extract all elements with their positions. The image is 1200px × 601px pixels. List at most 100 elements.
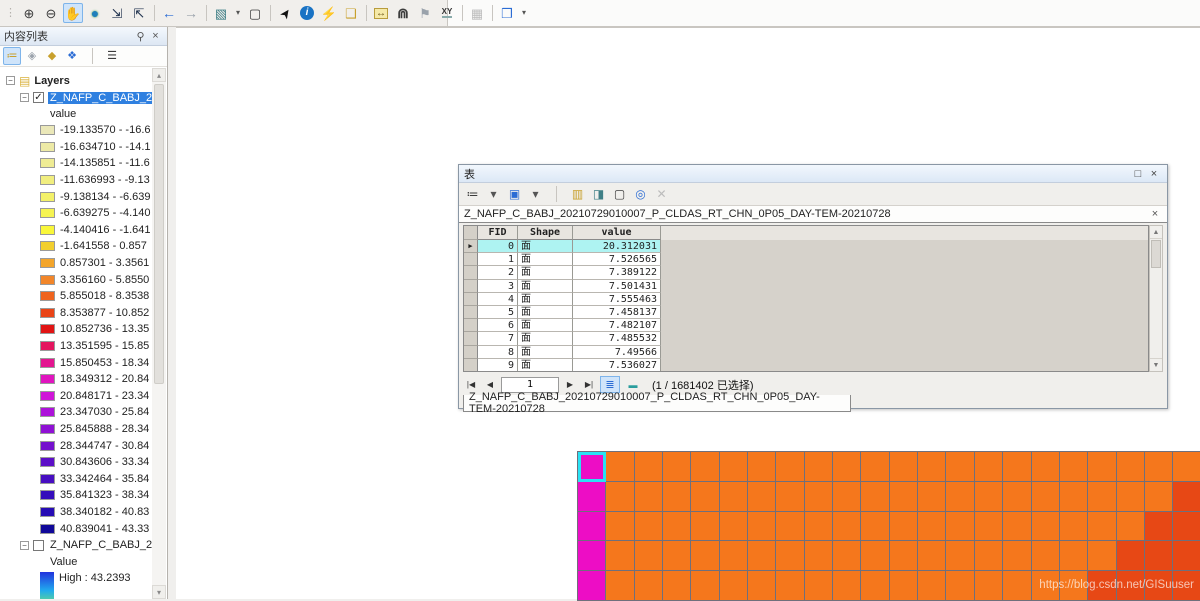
scroll-thumb[interactable]	[1151, 240, 1161, 268]
cell-fid[interactable]: 5	[478, 305, 518, 320]
grid-cell[interactable]	[748, 452, 777, 482]
grid-cell[interactable]	[1003, 541, 1032, 572]
cell-value[interactable]: 7.501431	[573, 279, 661, 293]
toc-scrollbar[interactable]: ▴ ▾	[152, 68, 166, 599]
row-selector[interactable]	[464, 279, 478, 293]
grid-cell[interactable]	[719, 571, 749, 601]
grid-cell[interactable]	[634, 481, 664, 512]
table-row[interactable]: ▶ 0 面 20.312031	[464, 240, 1148, 254]
cell-fid[interactable]: 2	[478, 266, 518, 280]
layer1-name[interactable]: Z_NAFP_C_BABJ_202	[48, 91, 152, 104]
fixed-zoom-in-icon[interactable]: ⇲	[107, 3, 127, 23]
grid-cell[interactable]	[748, 541, 777, 572]
cell-value[interactable]: 7.526565	[573, 253, 661, 267]
grid-cell[interactable]	[1144, 481, 1174, 512]
grid-cell[interactable]	[691, 511, 720, 542]
grid-cell[interactable]	[946, 511, 975, 542]
grid-cell[interactable]	[1059, 511, 1089, 542]
cell-shape[interactable]: 面	[518, 332, 573, 346]
grid-cell[interactable]	[833, 571, 862, 601]
grid-cell[interactable]	[1059, 452, 1089, 482]
select-by-attributes-icon[interactable]: ▥	[568, 185, 587, 204]
tab-close-icon[interactable]: ×	[1148, 208, 1162, 220]
clear-selection-icon[interactable]: ▢	[610, 185, 629, 204]
grid-cell[interactable]	[804, 452, 834, 482]
row-selector[interactable]	[464, 305, 478, 320]
grid-cell[interactable]	[663, 481, 692, 512]
legend-swatch[interactable]	[40, 191, 55, 202]
grid-cell[interactable]	[663, 452, 692, 482]
column-header-fid[interactable]: FID	[478, 226, 518, 240]
grid-cell[interactable]	[1088, 452, 1117, 482]
cell-value[interactable]: 7.458137	[573, 305, 661, 320]
toc-options-icon[interactable]: ☰	[103, 47, 121, 65]
grid-cell[interactable]	[776, 481, 805, 512]
grid-cell[interactable]	[974, 511, 1004, 542]
layers-group-label[interactable]: Layers	[34, 75, 69, 87]
grid-cell[interactable]	[691, 452, 720, 482]
grid-cell[interactable]	[1031, 452, 1060, 482]
forward-extent-icon[interactable]: →	[181, 3, 201, 23]
column-header-shape[interactable]: Shape	[518, 226, 573, 240]
map-canvas[interactable]: https://blog.csdn.net/GISuuser 表 □ × ≔ ▾…	[176, 27, 1200, 601]
column-header-value[interactable]: value	[573, 226, 661, 240]
grid-cell[interactable]	[1088, 481, 1117, 512]
table-tab-header[interactable]: Z_NAFP_C_BABJ_20210729010007_P_CLDAS_RT_…	[459, 205, 1167, 223]
legend-swatch[interactable]	[40, 457, 55, 468]
legend-swatch[interactable]	[40, 224, 55, 235]
grid-cell[interactable]	[804, 541, 834, 572]
grid-cell[interactable]	[663, 571, 692, 601]
viewer-window-icon[interactable]: ❒	[497, 3, 517, 23]
grid-cell[interactable]	[1003, 571, 1032, 601]
list-by-source-icon[interactable]: ◈	[23, 47, 41, 65]
grid-cell[interactable]	[861, 571, 890, 601]
grid-cell[interactable]	[578, 541, 607, 572]
collapse-icon[interactable]: −	[20, 93, 29, 102]
grid-cell[interactable]	[861, 481, 890, 512]
legend-swatch[interactable]	[40, 241, 55, 252]
cell-fid[interactable]: 9	[478, 358, 518, 371]
table-row[interactable]: 9 面 7.536027	[464, 358, 1148, 371]
legend-swatch[interactable]	[40, 291, 55, 302]
toc-titlebar[interactable]: 内容列表 ⚲ ×	[0, 27, 167, 46]
row-selector[interactable]	[464, 292, 478, 306]
zoom-in-icon[interactable]: ⊕	[19, 3, 39, 23]
cell-value[interactable]: 7.482107	[573, 319, 661, 333]
grid-cell[interactable]	[1144, 541, 1174, 572]
legend-swatch[interactable]	[40, 390, 55, 401]
row-selector[interactable]	[464, 332, 478, 346]
scroll-up-icon[interactable]: ▲	[1150, 226, 1162, 239]
grid-cell[interactable]	[889, 511, 919, 542]
grid-cell[interactable]	[776, 511, 805, 542]
grid-cell[interactable]	[1003, 481, 1032, 512]
grid-cell[interactable]	[833, 541, 862, 572]
grid-cell[interactable]	[1003, 452, 1032, 482]
legend-swatch[interactable]	[40, 473, 55, 484]
grid-cell[interactable]	[606, 452, 635, 482]
grid-cell[interactable]	[719, 511, 749, 542]
cell-value[interactable]: 20.312031	[573, 240, 661, 254]
cell-fid[interactable]: 7	[478, 332, 518, 346]
cell-shape[interactable]: 面	[518, 345, 573, 359]
grid-cell[interactable]	[578, 511, 607, 542]
grid-cell[interactable]	[748, 481, 777, 512]
row-selector[interactable]	[464, 358, 478, 371]
hyperlink-icon[interactable]: ⚡	[319, 3, 339, 23]
pin-icon[interactable]: ⚲	[133, 30, 148, 43]
legend-swatch[interactable]	[40, 407, 55, 418]
grid-cell[interactable]	[889, 571, 919, 601]
table-row[interactable]: 8 面 7.49566	[464, 345, 1148, 359]
close-icon[interactable]: ×	[148, 30, 163, 42]
grid-cell[interactable]	[974, 541, 1004, 572]
find-icon[interactable]: ⋒	[393, 3, 413, 23]
panel-splitter[interactable]	[168, 27, 176, 599]
grid-cell[interactable]	[719, 452, 749, 482]
grid-cell[interactable]	[918, 571, 947, 601]
grid-cell[interactable]	[578, 481, 607, 512]
table-row[interactable]: 5 面 7.458137	[464, 305, 1148, 320]
grid-cell[interactable]	[1173, 511, 1200, 542]
related-tables-dropdown[interactable]: ▾	[526, 185, 545, 204]
fixed-zoom-out-icon[interactable]: ⇱	[129, 3, 149, 23]
grid-cell[interactable]	[889, 452, 919, 482]
grid-cell[interactable]	[1003, 511, 1032, 542]
